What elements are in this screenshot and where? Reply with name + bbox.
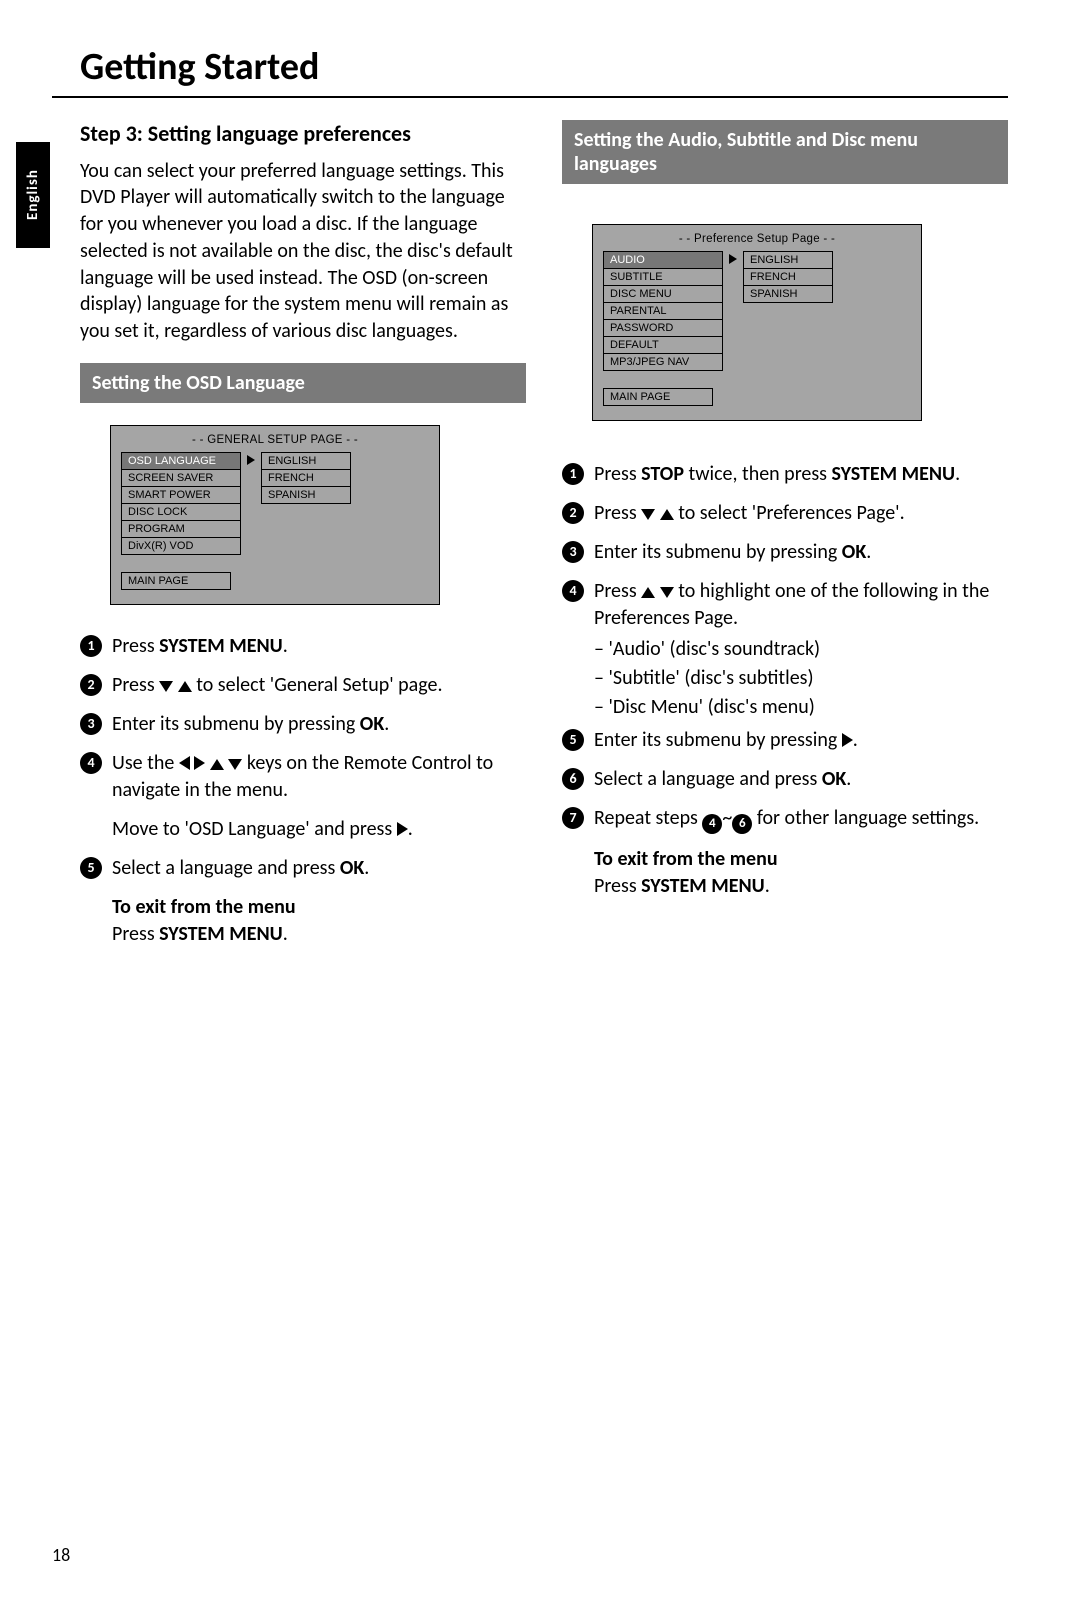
- osd-item: MP3/JPEG NAV: [603, 353, 723, 371]
- osd-item: OSD LANGUAGE: [121, 452, 241, 470]
- right-arrow-icon: [247, 455, 255, 465]
- step-4: 4 Press to highlight one of the followin…: [562, 578, 1008, 723]
- step-5: 5 Enter its submenu by pressing .: [562, 727, 1008, 754]
- bullet-icon: 1: [562, 463, 584, 485]
- osd-item: SCREEN SAVER: [121, 469, 241, 487]
- osd-lang: SPANISH: [261, 486, 351, 504]
- audio-subtitle-bar: Setting the Audio, Subtitle and Disc men…: [562, 120, 1008, 184]
- osd-main-page: MAIN PAGE: [603, 388, 713, 406]
- osd-item: SMART POWER: [121, 486, 241, 504]
- osd-lang: ENGLISH: [261, 452, 351, 470]
- osd-lang: SPANISH: [743, 285, 833, 303]
- preference-setup-osd: - - Preference Setup Page - - AUDIO SUBT…: [592, 224, 922, 421]
- step-1: 1 Press SYSTEM MENU.: [80, 633, 526, 660]
- osd-item: AUDIO: [603, 251, 723, 269]
- step-3: 3 Enter its submenu by pressing OK.: [80, 711, 526, 738]
- osd-title: - - Preference Setup Page - -: [603, 233, 911, 245]
- up-arrow-icon: [178, 681, 192, 692]
- bullet-icon: 4: [80, 752, 102, 774]
- bullet-icon: 5: [80, 857, 102, 879]
- exit-note: To exit from the menu Press SYSTEM MENU.: [112, 894, 526, 948]
- osd-left-list: AUDIO SUBTITLE DISC MENU PARENTAL PASSWO…: [603, 251, 723, 370]
- bullet-ref-icon: 6: [732, 814, 752, 834]
- right-arrow-icon: [194, 756, 205, 770]
- bullet-ref-icon: 4: [702, 814, 722, 834]
- general-setup-osd: - - GENERAL SETUP PAGE - - OSD LANGUAGE …: [110, 425, 440, 605]
- right-arrow-icon: [397, 822, 408, 836]
- bullet-icon: 3: [80, 713, 102, 735]
- language-side-tab: English: [16, 142, 50, 248]
- osd-item: PARENTAL: [603, 302, 723, 320]
- osd-language-bar: Setting the OSD Language: [80, 363, 526, 403]
- step-5: 5 Select a language and press OK.: [80, 855, 526, 882]
- left-steps: 1 Press SYSTEM MENU. 2 Press to select '…: [80, 633, 526, 882]
- bullet-icon: 1: [80, 635, 102, 657]
- step-2: 2 Press to select 'General Setup' page.: [80, 672, 526, 699]
- step-6: 6 Select a language and press OK.: [562, 766, 1008, 793]
- right-column: Setting the Audio, Subtitle and Disc men…: [562, 120, 1008, 948]
- step-2: 2 Press to select 'Preferences Page'.: [562, 500, 1008, 527]
- content-columns: Step 3: Setting language preferences You…: [52, 120, 1008, 948]
- bullet-icon: 7: [562, 807, 584, 829]
- osd-lang: FRENCH: [743, 268, 833, 286]
- right-arrow-icon: [842, 733, 853, 747]
- osd-main-page: MAIN PAGE: [121, 572, 231, 590]
- down-arrow-icon: [228, 759, 242, 770]
- osd-left-list: OSD LANGUAGE SCREEN SAVER SMART POWER DI…: [121, 452, 241, 554]
- bullet-icon: 6: [562, 768, 584, 790]
- down-arrow-icon: [159, 681, 173, 692]
- osd-item: DISC MENU: [603, 285, 723, 303]
- osd-lang: ENGLISH: [743, 251, 833, 269]
- osd-item: PROGRAM: [121, 520, 241, 538]
- bullet-icon: 2: [562, 502, 584, 524]
- up-arrow-icon: [660, 509, 674, 520]
- osd-item: DISC LOCK: [121, 503, 241, 521]
- right-arrow-icon: [729, 254, 737, 264]
- bullet-icon: 3: [562, 541, 584, 563]
- osd-item: DEFAULT: [603, 336, 723, 354]
- step3-heading: Step 3: Setting language preferences: [80, 120, 526, 148]
- page-number: 18: [52, 1544, 70, 1566]
- step-7: 7 Repeat steps 4~6 for other language se…: [562, 805, 1008, 834]
- osd-item: PASSWORD: [603, 319, 723, 337]
- left-column: Step 3: Setting language preferences You…: [80, 120, 526, 948]
- exit-note: To exit from the menu Press SYSTEM MENU.: [594, 846, 1008, 900]
- bullet-icon: 2: [80, 674, 102, 696]
- page-title: Getting Started: [52, 44, 1008, 98]
- osd-title: - - GENERAL SETUP PAGE - -: [121, 434, 429, 446]
- osd-lang-list: ENGLISH FRENCH SPANISH: [261, 452, 351, 503]
- options-list: – 'Audio' (disc's soundtrack) – 'Subtitl…: [594, 636, 1008, 721]
- down-arrow-icon: [660, 587, 674, 598]
- step3-intro: You can select your preferred language s…: [80, 158, 526, 346]
- up-arrow-icon: [210, 759, 224, 770]
- down-arrow-icon: [641, 509, 655, 520]
- osd-lang: FRENCH: [261, 469, 351, 487]
- right-steps: 1 Press STOP twice, then press SYSTEM ME…: [562, 461, 1008, 834]
- osd-item: SUBTITLE: [603, 268, 723, 286]
- left-arrow-icon: [179, 756, 190, 770]
- osd-item: DivX(R) VOD: [121, 537, 241, 555]
- step-4: 4 Use the keys on the Remote Control to …: [80, 750, 526, 804]
- step-3: 3 Enter its submenu by pressing OK.: [562, 539, 1008, 566]
- up-arrow-icon: [641, 587, 655, 598]
- step-4-sub: Move to 'OSD Language' and press .: [112, 816, 526, 843]
- bullet-icon: 4: [562, 580, 584, 602]
- step-1: 1 Press STOP twice, then press SYSTEM ME…: [562, 461, 1008, 488]
- osd-lang-list: ENGLISH FRENCH SPANISH: [743, 251, 833, 302]
- bullet-icon: 5: [562, 729, 584, 751]
